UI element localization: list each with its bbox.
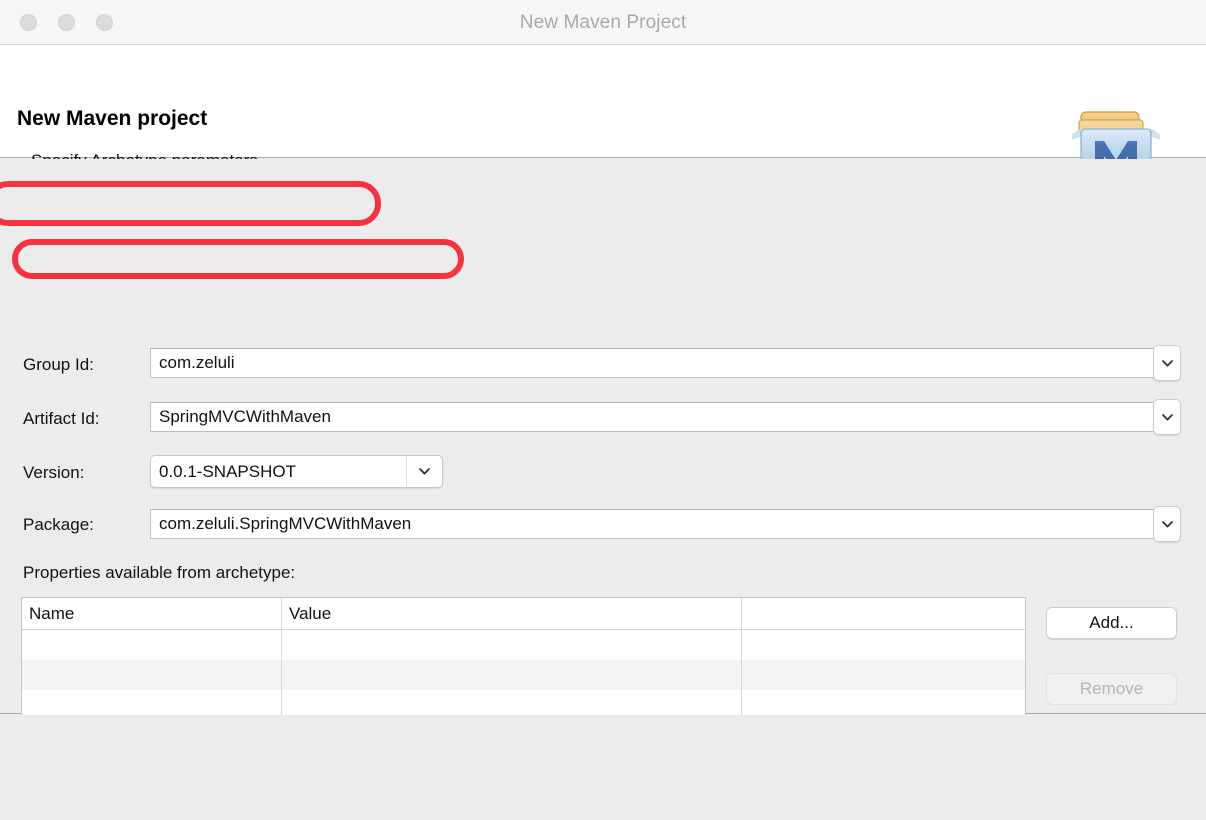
column-header-name[interactable]: Name	[22, 598, 282, 629]
table-cell-value[interactable]	[282, 630, 742, 660]
version-value: 0.0.1-SNAPSHOT	[159, 461, 296, 481]
table-row[interactable]	[22, 630, 1025, 660]
package-label: Package:	[23, 515, 94, 534]
chevron-down-icon	[1161, 413, 1173, 420]
chevron-down-icon	[1161, 359, 1173, 366]
package-input[interactable]: com.zeluli.SpringMVCWithMaven	[150, 509, 1155, 539]
window-titlebar: New Maven Project	[0, 0, 1206, 45]
table-cell-extra[interactable]	[742, 660, 1025, 690]
remove-property-button[interactable]: Remove	[1046, 673, 1177, 705]
group-id-input[interactable]: com.zeluli	[150, 348, 1155, 378]
version-label: Version:	[23, 463, 85, 482]
artifact-id-dropdown-button[interactable]	[1153, 399, 1181, 435]
table-cell-value[interactable]	[282, 660, 742, 690]
column-header-value[interactable]: Value	[282, 598, 742, 629]
version-combobox[interactable]: 0.0.1-SNAPSHOT	[150, 455, 443, 488]
table-cell-name[interactable]	[22, 660, 282, 690]
table-header-row: Name Value	[22, 598, 1025, 630]
new-maven-project-dialog: New Maven Project New Maven project Spec…	[0, 0, 1206, 820]
table-cell-name[interactable]	[22, 630, 282, 660]
dialog-header: New Maven project Specify Archetype para…	[0, 45, 1206, 187]
package-dropdown-button[interactable]	[1153, 506, 1181, 542]
table-cell-extra[interactable]	[742, 630, 1025, 660]
version-dropdown-button[interactable]	[406, 456, 442, 487]
chevron-down-icon	[1161, 520, 1173, 527]
artifact-id-input[interactable]: SpringMVCWithMaven	[150, 402, 1155, 432]
chevron-down-icon	[419, 468, 430, 475]
column-header-extra[interactable]	[742, 598, 1025, 629]
table-row[interactable]	[22, 660, 1025, 690]
add-property-button[interactable]: Add...	[1046, 607, 1177, 639]
group-id-dropdown-button[interactable]	[1153, 345, 1181, 381]
properties-label: Properties available from archetype:	[23, 563, 296, 582]
window-title: New Maven Project	[519, 12, 687, 33]
properties-table[interactable]: Name Value	[21, 597, 1026, 719]
page-title: New Maven project	[17, 107, 208, 130]
dialog-content: Group Id: com.zeluli Artifact Id: Spring…	[0, 159, 1206, 766]
artifact-id-label: Artifact Id:	[23, 409, 100, 428]
dialog-footer: ? < Back Next > Cancel Finish	[0, 715, 1206, 820]
group-id-label: Group Id:	[23, 355, 94, 374]
